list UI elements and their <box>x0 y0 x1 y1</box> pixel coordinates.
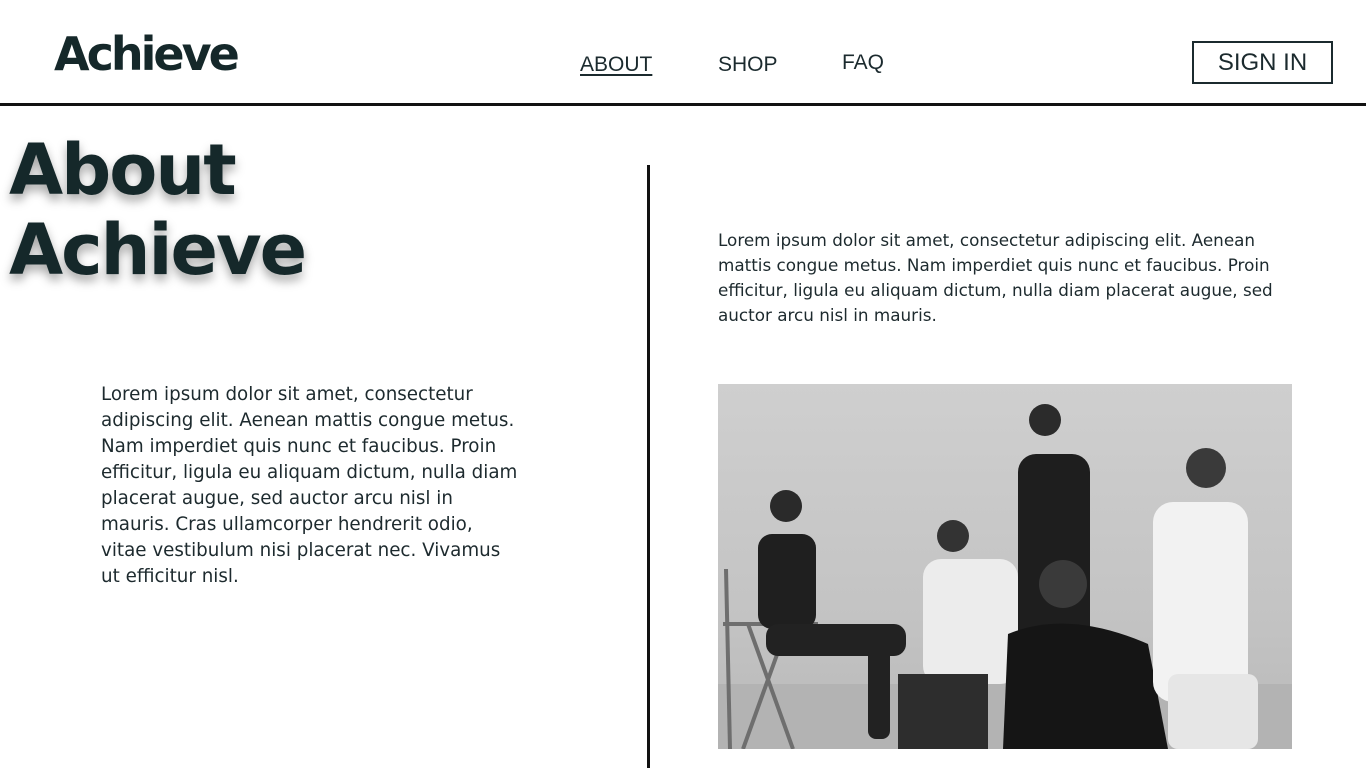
nav-shop-link[interactable]: SHOP <box>718 53 778 77</box>
logo[interactable]: Achieve <box>54 26 240 82</box>
page-title-line-2: Achieve <box>9 209 307 291</box>
page-title-line-1: About <box>9 129 237 211</box>
header-divider <box>0 103 1366 106</box>
team-photo <box>718 384 1292 749</box>
site-header: Achieve ABOUT SHOP FAQ SIGN IN <box>0 0 1366 103</box>
about-description-left: Lorem ipsum dolor sit amet, consectetur … <box>101 384 518 587</box>
about-description-right: Lorem ipsum dolor sit amet, consectetur … <box>718 230 1273 325</box>
sign-in-button[interactable]: SIGN IN <box>1192 41 1333 84</box>
nav-faq-link[interactable]: FAQ <box>842 51 884 75</box>
vertical-divider <box>647 165 650 768</box>
page-title: About Achieve <box>9 129 307 291</box>
team-photo-illustration <box>718 404 1292 749</box>
nav-about-link[interactable]: ABOUT <box>580 53 652 77</box>
